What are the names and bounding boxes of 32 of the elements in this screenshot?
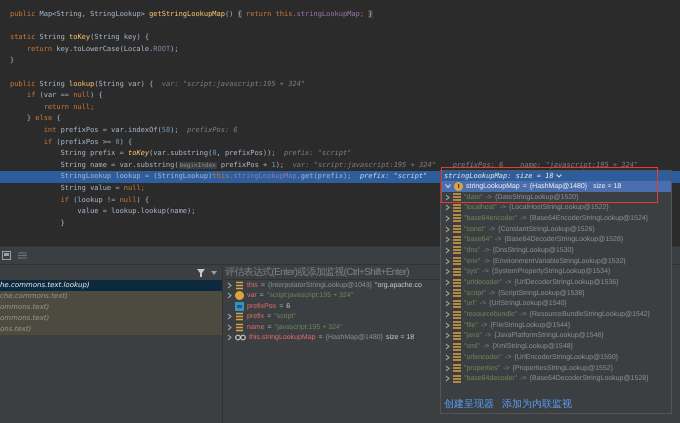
evaluate-field[interactable]: 评估表达式(Enter)或添加监视(Ctrl+Shift+Enter) bbox=[223, 265, 440, 280]
watch-badge-icon bbox=[454, 182, 463, 191]
field-icon bbox=[453, 236, 461, 244]
field-icon bbox=[453, 204, 461, 212]
parameter-icon bbox=[235, 291, 244, 300]
field-icon bbox=[453, 332, 461, 340]
field-icon bbox=[453, 278, 461, 287]
field-icon bbox=[453, 246, 461, 254]
field-icon bbox=[235, 312, 244, 322]
watch-icon bbox=[235, 334, 246, 342]
field-icon bbox=[235, 280, 244, 290]
field-icon bbox=[453, 374, 461, 383]
field-icon bbox=[453, 342, 461, 351]
field-icon bbox=[453, 225, 461, 234]
field-icon bbox=[453, 364, 461, 372]
field-icon bbox=[453, 289, 461, 298]
field-icon bbox=[453, 321, 461, 330]
field-icon bbox=[453, 268, 461, 276]
primitive-icon bbox=[235, 302, 244, 311]
field-icon bbox=[453, 214, 461, 222]
field-icon bbox=[235, 322, 244, 332]
field-icon bbox=[453, 193, 461, 202]
popup-link[interactable]: 创建呈现器 bbox=[444, 397, 494, 411]
field-icon bbox=[453, 310, 461, 319]
layout-icon[interactable] bbox=[2, 251, 11, 260]
field-icon bbox=[453, 300, 461, 308]
dropdown-icon[interactable] bbox=[211, 270, 217, 274]
field-icon bbox=[453, 353, 461, 362]
field-icon bbox=[453, 257, 461, 266]
popup-link[interactable]: 添加为内联监视 bbox=[502, 397, 572, 411]
caret-icon[interactable] bbox=[556, 174, 562, 178]
filter-icon[interactable] bbox=[197, 268, 205, 276]
